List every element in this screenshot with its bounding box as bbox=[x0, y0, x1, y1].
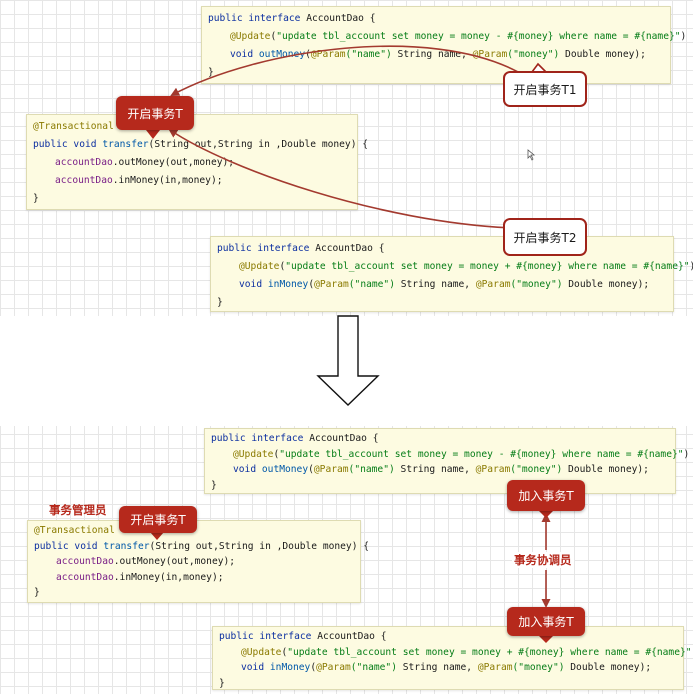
dao-in-code-top: public interface AccountDao { @Update("u… bbox=[210, 236, 693, 312]
join-transaction-tag-top: 加入事务T bbox=[507, 480, 585, 511]
code-line: accountDao.inMoney(in,money); bbox=[56, 571, 224, 583]
code-line: } bbox=[33, 193, 39, 204]
service-code-bottom: @Transactional public void transfer(Stri… bbox=[27, 520, 370, 603]
tag-tail bbox=[539, 511, 553, 518]
code-line: } bbox=[217, 297, 223, 308]
code-line: public void transfer(String out,String i… bbox=[33, 139, 369, 150]
code-line: void outMoney(@Param("name") String name… bbox=[230, 49, 646, 60]
dao-out-code-top: public interface AccountDao { @Update("u… bbox=[201, 6, 687, 84]
mouse-cursor-icon bbox=[527, 149, 536, 161]
code-line: @Update("update tbl_account set money = … bbox=[239, 261, 693, 272]
code-line: public void transfer(String out,String i… bbox=[34, 540, 370, 552]
code-line: } bbox=[208, 67, 214, 78]
begin-transaction-t1-callout: 开启事务T1 bbox=[503, 71, 587, 107]
code-line: @Update("update tbl_account set money = … bbox=[233, 448, 690, 460]
dao-in-code-bottom: public interface AccountDao { @Update("u… bbox=[212, 626, 693, 690]
code-line: accountDao.outMoney(out,money); bbox=[55, 157, 235, 168]
begin-transaction-t2-callout: 开启事务T2 bbox=[503, 218, 587, 256]
transaction-manager-label: 事务管理员 bbox=[49, 503, 107, 517]
code-line: public interface AccountDao { bbox=[211, 433, 379, 444]
code-line: void inMoney(@Param("name") String name,… bbox=[241, 662, 652, 674]
code-line: void outMoney(@Param("name") String name… bbox=[233, 464, 649, 476]
code-line: @Update("update tbl_account set money = … bbox=[230, 31, 687, 42]
section-divider bbox=[0, 316, 693, 426]
transaction-coordinator-label: 事务协调员 bbox=[512, 552, 574, 568]
begin-transaction-tag-top: 开启事务T bbox=[116, 96, 194, 130]
code-line: accountDao.outMoney(out,money); bbox=[56, 556, 236, 568]
code-line: @Update("update tbl_account set money = … bbox=[241, 646, 693, 658]
code-line: } bbox=[211, 479, 217, 491]
code-line: void inMoney(@Param("name") String name,… bbox=[239, 279, 650, 290]
begin-transaction-tag-bottom: 开启事务T bbox=[119, 506, 197, 533]
code-line: accountDao.inMoney(in,money); bbox=[55, 175, 223, 186]
code-line: public interface AccountDao { bbox=[217, 243, 385, 254]
code-line: public interface AccountDao { bbox=[208, 13, 376, 24]
code-line: } bbox=[34, 587, 40, 599]
code-line: } bbox=[219, 677, 225, 689]
dao-out-code-bottom: public interface AccountDao { @Update("u… bbox=[204, 428, 690, 494]
join-transaction-tag-bottom: 加入事务T bbox=[507, 607, 585, 636]
code-line: public interface AccountDao { bbox=[219, 631, 387, 642]
